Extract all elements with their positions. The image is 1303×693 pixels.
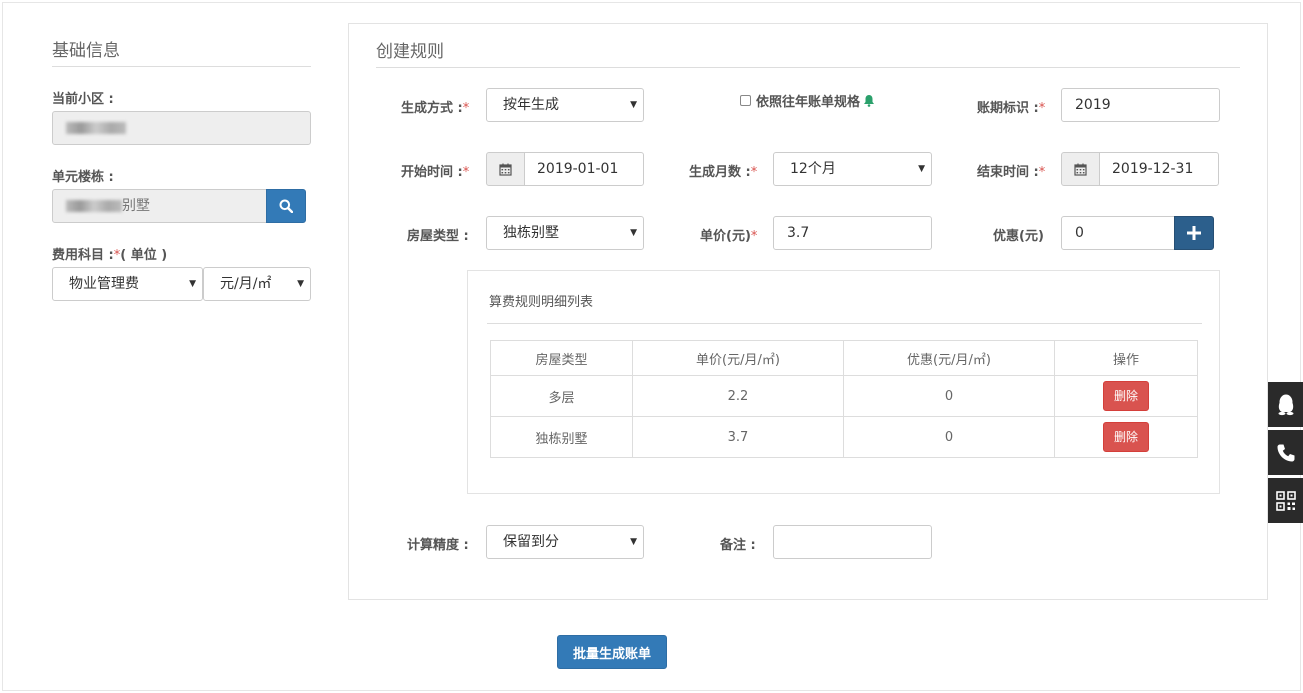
required-mark: * [462, 101, 470, 116]
chevron-down-icon: ▼ [297, 279, 304, 289]
required-mark: * [750, 229, 758, 244]
price-input[interactable]: 3.7 [773, 216, 932, 250]
discount-label: 优惠(元) [993, 229, 1044, 244]
fee-unit-label: ( 单位 ) [120, 248, 168, 263]
cell-house-type: 独栋别墅 [490, 416, 633, 458]
months-label-text: 生成月数 : [689, 165, 751, 180]
create-rule-title: 创建规则 [376, 42, 444, 62]
qq-service-button[interactable] [1268, 382, 1303, 427]
house-type-label: 房屋类型 : [407, 229, 469, 244]
basic-info-title: 基础信息 [52, 41, 120, 61]
fee-unit-value: 元/月/㎡ [220, 276, 272, 292]
plus-icon [1187, 226, 1201, 240]
qq-icon [1278, 394, 1293, 415]
gen-method-label-text: 生成方式 : [401, 101, 463, 116]
period-label: 账期标识 :* [977, 97, 1045, 116]
cell-house-type: 多层 [490, 375, 633, 417]
batch-generate-button[interactable]: 批量生成账单 [557, 635, 667, 669]
building-blurred-text [66, 200, 122, 212]
end-date-input[interactable]: 2019-12-31 [1099, 152, 1219, 186]
remark-input[interactable] [773, 525, 932, 559]
months-value: 12个月 [790, 161, 836, 177]
column-header-action: 操作 [1054, 340, 1198, 376]
follow-prev-checkbox[interactable] [740, 95, 751, 106]
fee-label: 费用科目 :*( 单位 ) [52, 244, 167, 263]
precision-label: 计算精度 : [407, 538, 469, 553]
remark-label: 备注 : [720, 538, 756, 553]
gen-method-value: 按年生成 [503, 97, 559, 113]
chevron-down-icon: ▼ [189, 279, 196, 289]
table-row: 独栋别墅 3.7 0 删除 [490, 416, 1198, 458]
community-blurred-text [66, 122, 126, 134]
start-date-addon[interactable] [486, 152, 525, 186]
building-search-button[interactable] [266, 189, 306, 223]
community-field[interactable] [52, 111, 311, 145]
period-label-text: 账期标识 : [977, 101, 1039, 116]
column-header-discount: 优惠(元/月/㎡) [843, 340, 1055, 376]
fee-unit-select[interactable]: 元/月/㎡ ▼ [203, 267, 311, 301]
delete-button[interactable]: 删除 [1103, 422, 1149, 452]
calendar-icon [1074, 163, 1087, 176]
chevron-down-icon: ▼ [630, 100, 637, 110]
detail-table: 房屋类型 单价(元/月/㎡) 优惠(元/月/㎡) 操作 多层 2.2 0 删除 … [490, 340, 1198, 458]
qrcode-icon [1275, 490, 1296, 511]
cell-action: 删除 [1054, 416, 1198, 458]
detail-divider [487, 323, 1202, 324]
building-label: 单元楼栋 : [52, 170, 114, 185]
start-date-label-text: 开始时间 : [401, 165, 463, 180]
gen-method-label: 生成方式 :* [401, 97, 469, 116]
required-mark: * [1038, 101, 1046, 116]
column-header-price: 单价(元/月/㎡) [632, 340, 844, 376]
fee-label-text: 费用科目 : [52, 248, 114, 263]
cell-price: 3.7 [632, 416, 844, 458]
create-rule-divider [376, 67, 1240, 68]
phone-service-button[interactable] [1268, 430, 1303, 475]
search-icon [279, 199, 293, 213]
cell-price: 2.2 [632, 375, 844, 417]
required-mark: * [750, 165, 758, 180]
months-label: 生成月数 :* [689, 161, 757, 180]
price-label: 单价(元)* [700, 225, 757, 244]
required-mark: * [1038, 165, 1046, 180]
table-header-row: 房屋类型 单价(元/月/㎡) 优惠(元/月/㎡) 操作 [490, 340, 1198, 376]
end-date-label: 结束时间 :* [977, 161, 1045, 180]
detail-title: 算费规则明细列表 [489, 295, 594, 310]
start-date-label: 开始时间 :* [401, 161, 469, 180]
phone-icon [1277, 444, 1294, 461]
follow-prev-option[interactable]: 依照往年账单规格 [740, 91, 875, 110]
discount-input[interactable]: 0 [1061, 216, 1175, 250]
chevron-down-icon: ▼ [918, 164, 925, 174]
community-label: 当前小区 : [52, 92, 114, 107]
required-mark: * [462, 165, 470, 180]
building-suffix: 别墅 [122, 198, 150, 214]
price-label-text: 单价(元) [700, 229, 751, 244]
cell-action: 删除 [1054, 375, 1198, 417]
period-input[interactable]: 2019 [1061, 88, 1220, 122]
qrcode-service-button[interactable] [1268, 478, 1303, 523]
start-date-input[interactable]: 2019-01-01 [524, 152, 644, 186]
precision-select[interactable]: 保留到分 ▼ [486, 525, 644, 559]
chevron-down-icon: ▼ [630, 228, 637, 238]
months-select[interactable]: 12个月 ▼ [773, 152, 932, 186]
follow-prev-label: 依照往年账单规格 [756, 95, 861, 110]
house-type-select[interactable]: 独栋别墅 ▼ [486, 216, 644, 250]
gen-method-select[interactable]: 按年生成 ▼ [486, 88, 644, 122]
delete-button[interactable]: 删除 [1103, 381, 1149, 411]
precision-value: 保留到分 [503, 534, 559, 550]
fee-subject-select[interactable]: 物业管理费 ▼ [52, 267, 203, 301]
basic-info-divider [52, 66, 311, 67]
add-rule-button[interactable] [1174, 216, 1214, 250]
end-date-addon[interactable] [1061, 152, 1100, 186]
chevron-down-icon: ▼ [630, 537, 637, 547]
table-row: 多层 2.2 0 删除 [490, 375, 1198, 417]
column-header-house-type: 房屋类型 [490, 340, 633, 376]
fee-subject-value: 物业管理费 [69, 276, 139, 292]
bell-icon [864, 95, 875, 107]
cell-discount: 0 [843, 375, 1055, 417]
building-field[interactable]: 别墅 [52, 189, 267, 223]
house-type-value: 独栋别墅 [503, 225, 559, 241]
end-date-label-text: 结束时间 : [977, 165, 1039, 180]
cell-discount: 0 [843, 416, 1055, 458]
calendar-icon [499, 163, 512, 176]
